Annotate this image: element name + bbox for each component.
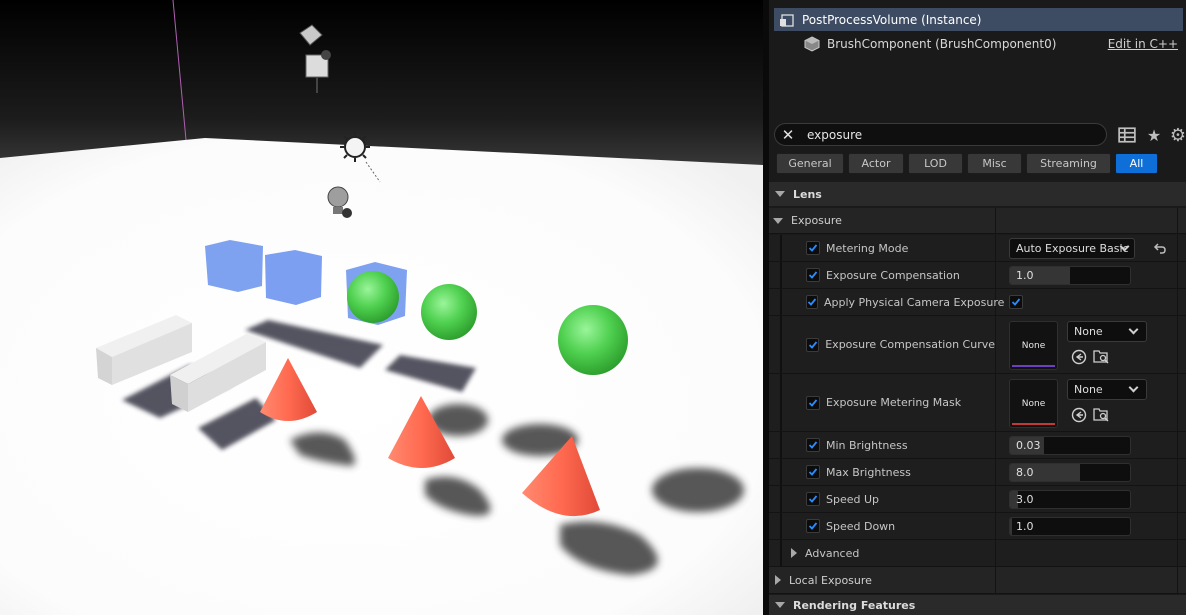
chevron-right-icon (791, 548, 797, 558)
chevron-down-icon (775, 191, 785, 197)
browse-asset-icon[interactable] (1093, 406, 1109, 422)
advanced-label: Advanced (805, 546, 860, 560)
tab-general[interactable]: General (776, 153, 844, 174)
speed-up-field[interactable]: 3.0 (1009, 490, 1131, 509)
apply-physical-camera-checkbox[interactable] (1009, 295, 1023, 309)
metering-mask-label: Exposure Metering Mask (826, 396, 962, 409)
max-brightness-value: 8.0 (1016, 466, 1034, 479)
use-selected-icon[interactable] (1071, 407, 1087, 423)
search-box[interactable]: ✕ (774, 123, 1107, 146)
level-viewport[interactable] (0, 0, 763, 615)
speed-down-value: 1.0 (1016, 520, 1034, 533)
speed-down-label: Speed Down (826, 519, 896, 533)
exposure-curve-asset-value: None (1074, 325, 1103, 338)
metering-mode-value: Auto Exposure Basic (1016, 242, 1129, 255)
prop-speed-down: Speed Down 1.0 (769, 513, 1186, 540)
rendering-features-label: Rendering Features (793, 598, 916, 612)
local-exposure-label: Local Exposure (789, 573, 872, 587)
prop-exposure-compensation-curve: Exposure Compensation Curve None None (769, 316, 1186, 374)
apply-physical-camera-override-checkbox[interactable] (806, 295, 818, 309)
exposure-curve-label: Exposure Compensation Curve (825, 338, 995, 351)
subcategory-exposure[interactable]: Exposure (769, 208, 1186, 234)
metering-mask-thumbnail[interactable]: None (1009, 379, 1058, 428)
component-row-brush[interactable]: BrushComponent (BrushComponent0) Edit in… (774, 32, 1183, 55)
details-panel: PostProcessVolume (Instance) BrushCompon… (769, 0, 1186, 615)
tab-lod[interactable]: LOD (908, 153, 963, 174)
speed-down-override-checkbox[interactable] (806, 519, 820, 533)
tab-streaming[interactable]: Streaming (1026, 153, 1111, 174)
exposure-compensation-field[interactable]: 1.0 (1009, 266, 1131, 285)
exposure-curve-override-checkbox[interactable] (806, 337, 820, 352)
component-brush-label: BrushComponent (BrushComponent0) (827, 36, 1057, 51)
category-lens-label: Lens (793, 187, 822, 201)
search-input[interactable] (807, 127, 1087, 142)
exposure-curve-thumbnail[interactable]: None (1009, 321, 1058, 370)
max-brightness-field[interactable]: 8.0 (1009, 463, 1131, 482)
table-view-icon[interactable] (1118, 126, 1136, 144)
chevron-down-icon (773, 217, 783, 224)
prop-apply-physical-camera-exposure: Apply Physical Camera Exposure (769, 289, 1186, 316)
prop-metering-mode: Metering Mode Auto Exposure Basic (769, 235, 1186, 262)
component-row-root[interactable]: PostProcessVolume (Instance) (774, 8, 1183, 31)
gear-icon[interactable]: ⚙ (1169, 125, 1186, 146)
tab-actor[interactable]: Actor (848, 153, 904, 174)
exposure-curve-thumb-text: None (1021, 340, 1046, 351)
metering-mask-override-checkbox[interactable] (806, 395, 820, 410)
use-selected-icon[interactable] (1071, 349, 1087, 365)
min-brightness-label: Min Brightness (826, 438, 908, 452)
sky-backdrop (0, 0, 763, 170)
min-brightness-field[interactable]: 0.03 (1009, 436, 1131, 455)
filter-tabs: General Actor LOD Misc Streaming All (776, 153, 1162, 175)
speed-up-value: 3.0 (1016, 493, 1034, 506)
brush-component-icon (804, 35, 820, 52)
prop-max-brightness: Max Brightness 8.0 (769, 459, 1186, 486)
prop-exposure-compensation: Exposure Compensation 1.0 (769, 262, 1186, 289)
speed-up-label: Speed Up (826, 492, 880, 506)
max-brightness-override-checkbox[interactable] (806, 465, 820, 479)
group-advanced[interactable]: Advanced (769, 540, 1186, 567)
metering-mode-dropdown[interactable]: Auto Exposure Basic (1009, 238, 1135, 259)
viewport-scene (0, 0, 763, 615)
prop-exposure-metering-mask: Exposure Metering Mask None None (769, 374, 1186, 432)
metering-mode-label: Metering Mode (826, 241, 909, 255)
tab-all[interactable]: All (1115, 153, 1158, 174)
chevron-down-icon (1128, 382, 1139, 393)
min-brightness-value: 0.03 (1016, 439, 1041, 452)
max-brightness-label: Max Brightness (826, 465, 911, 479)
tab-misc[interactable]: Misc (967, 153, 1022, 174)
metering-mask-asset-picker[interactable]: None (1067, 379, 1147, 400)
prop-min-brightness: Min Brightness 0.03 (769, 432, 1186, 459)
exposure-compensation-value: 1.0 (1016, 269, 1034, 282)
exposure-compensation-override-checkbox[interactable] (806, 268, 820, 282)
metering-mask-thumb-text: None (1021, 398, 1046, 409)
prop-speed-up: Speed Up 3.0 (769, 486, 1186, 513)
volume-actor-icon (780, 13, 794, 27)
speed-up-override-checkbox[interactable] (806, 492, 820, 506)
subcategory-local-exposure[interactable]: Local Exposure (769, 567, 1186, 594)
subcategory-exposure-label: Exposure (791, 214, 842, 227)
category-rendering-features[interactable]: Rendering Features (769, 595, 1186, 615)
edit-in-cpp-link[interactable]: Edit in C++ (1108, 37, 1178, 51)
close-icon[interactable]: ✕ (777, 124, 799, 146)
speed-down-field[interactable]: 1.0 (1009, 517, 1131, 536)
browse-asset-icon[interactable] (1093, 348, 1109, 364)
apply-physical-camera-label: Apply Physical Camera Exposure (824, 295, 1005, 309)
exposure-curve-asset-picker[interactable]: None (1067, 321, 1147, 342)
chevron-down-icon (775, 602, 785, 608)
chevron-right-icon (775, 575, 781, 585)
metering-mode-override-checkbox[interactable] (806, 241, 820, 255)
exposure-compensation-label: Exposure Compensation (826, 268, 960, 282)
component-root-label: PostProcessVolume (Instance) (802, 12, 982, 27)
min-brightness-override-checkbox[interactable] (806, 438, 820, 452)
category-lens[interactable]: Lens (769, 182, 1186, 206)
chevron-down-icon (1128, 324, 1139, 335)
metering-mask-asset-value: None (1074, 383, 1103, 396)
star-icon[interactable]: ★ (1145, 126, 1163, 145)
reset-arrow-icon[interactable] (1153, 241, 1167, 255)
